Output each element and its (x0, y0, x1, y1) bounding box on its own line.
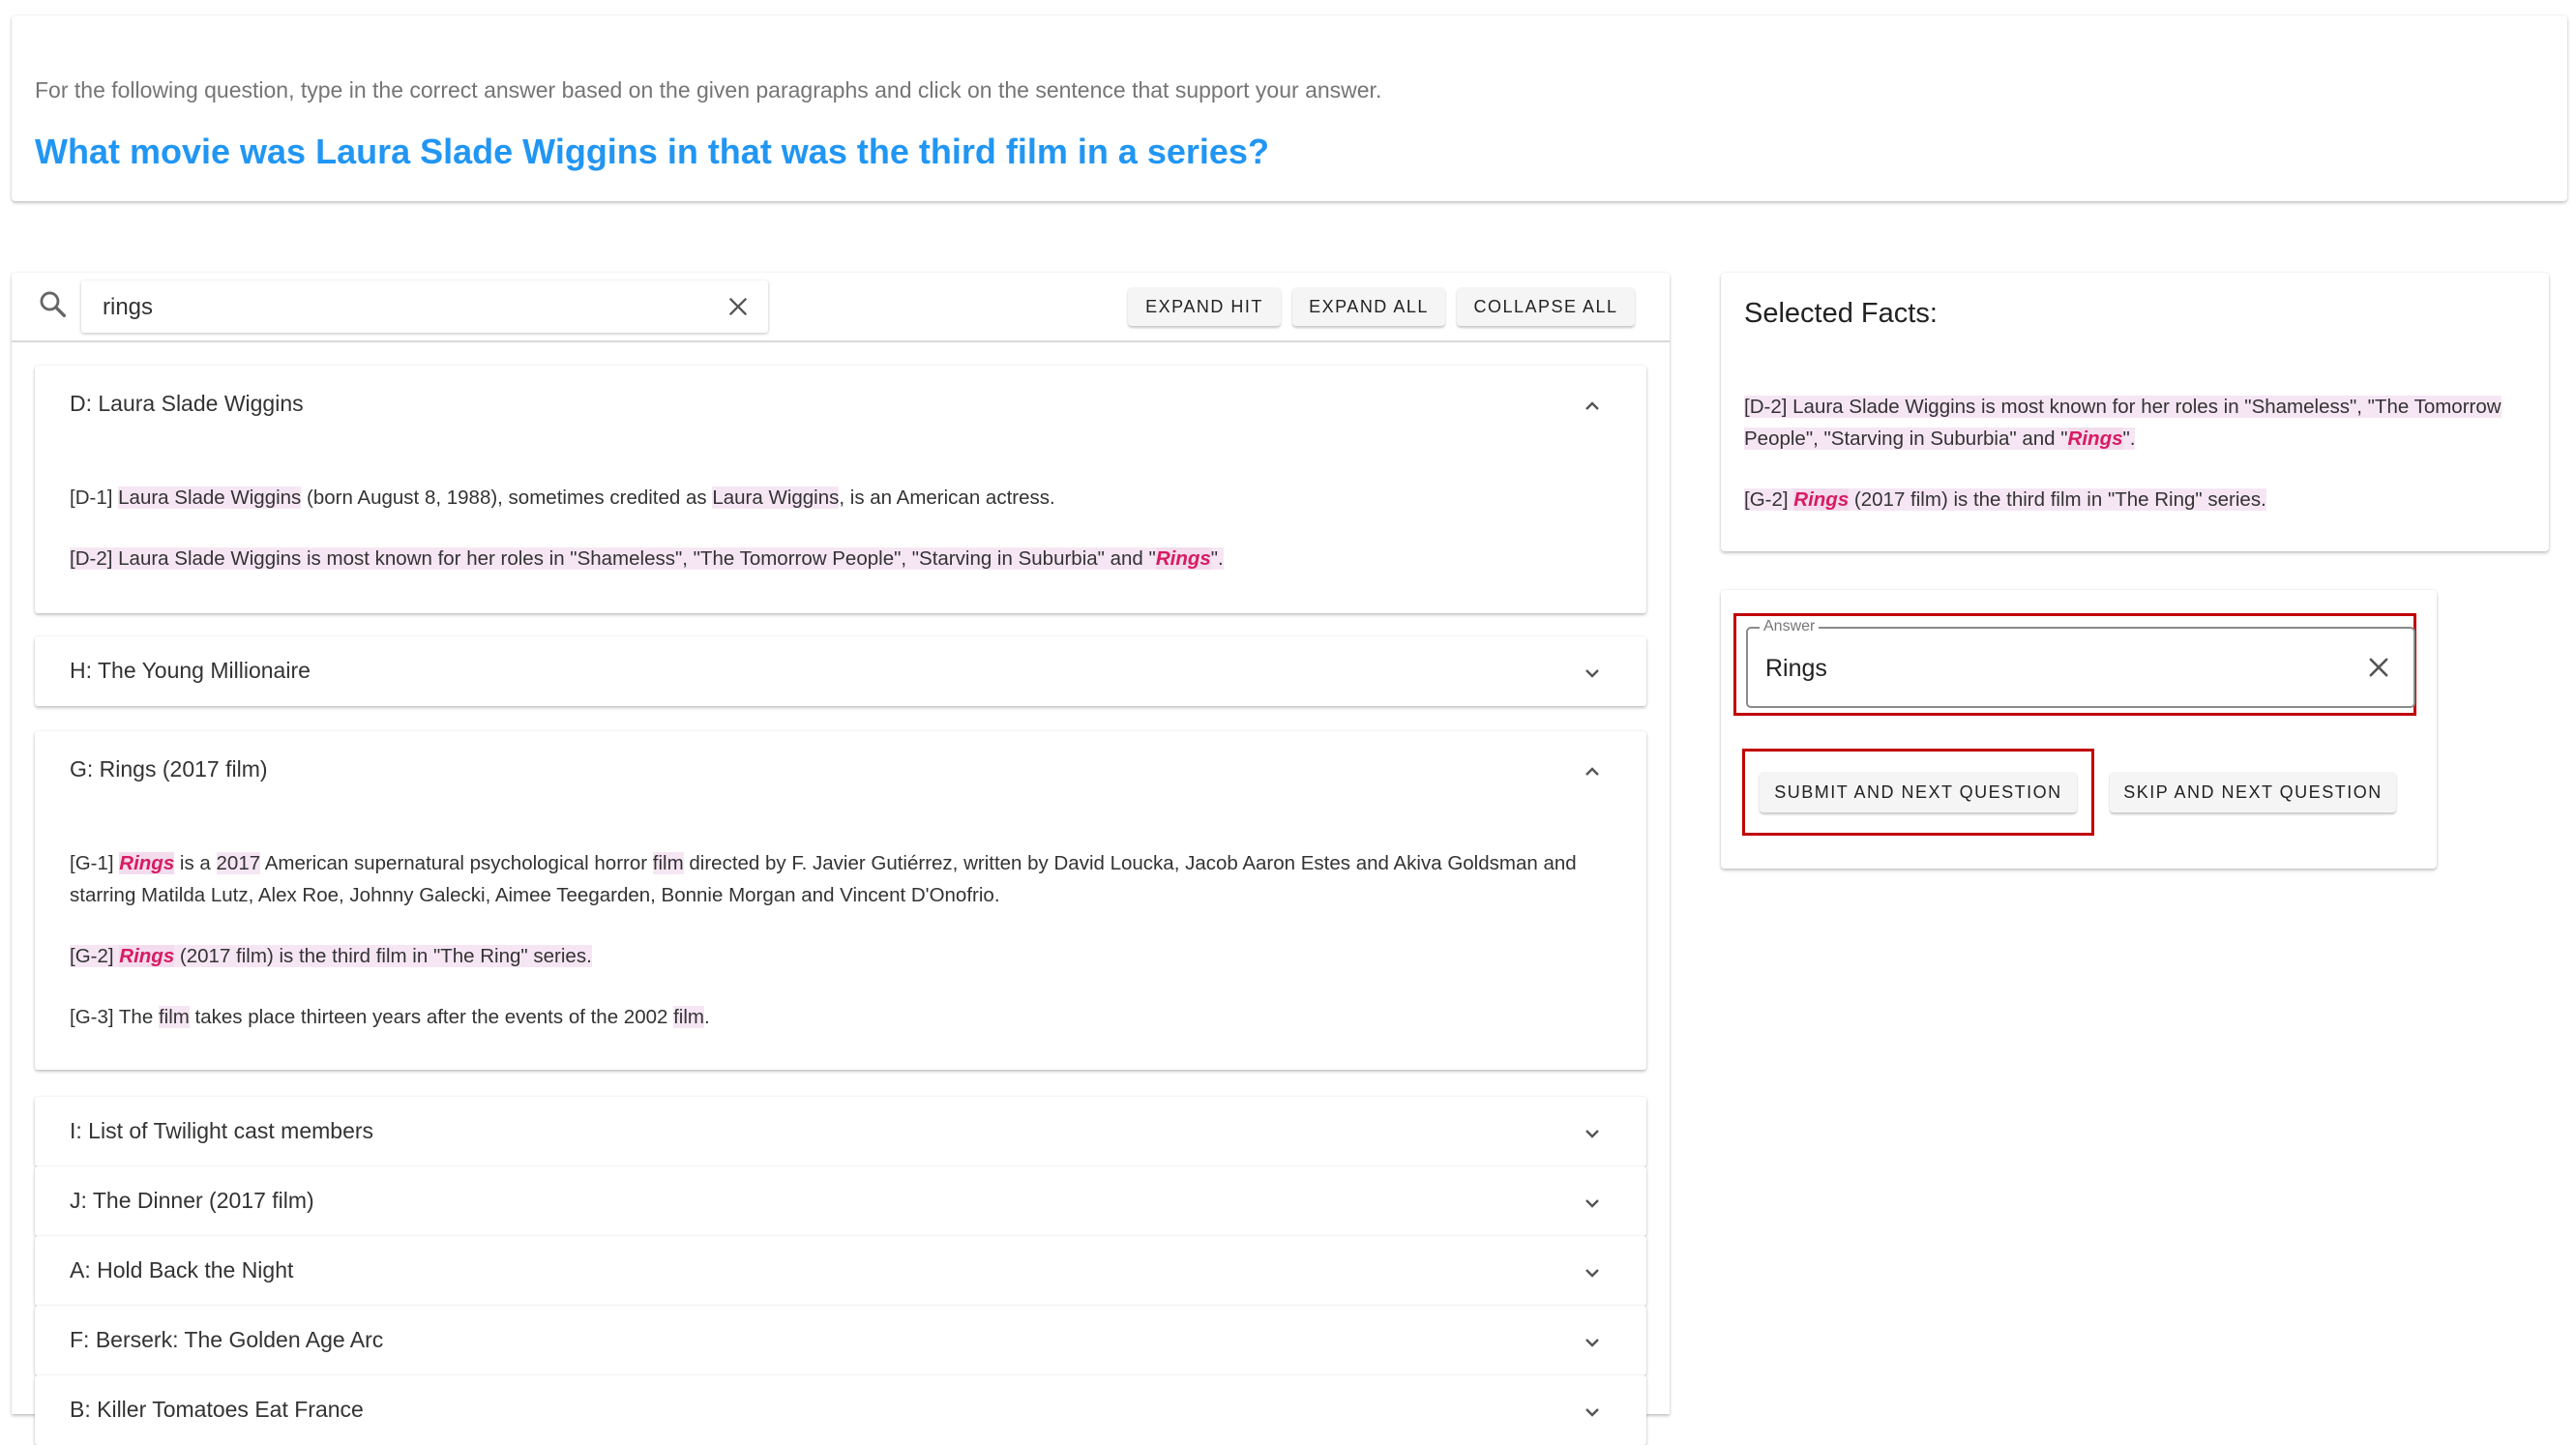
chevron-down-icon[interactable] (1581, 1261, 1604, 1289)
document-panel: J: The Dinner (2017 film) (35, 1166, 1646, 1236)
answer-card: Answer Submit and next question Skip and… (1721, 590, 2437, 869)
search-box (81, 280, 768, 333)
documents-panel: Expand Hit Expand All Collapse All D: La… (12, 273, 1670, 1445)
selected-fact[interactable]: [G-2] Rings (2017 film) is the third fil… (1744, 484, 2526, 516)
sentence-selected[interactable]: [G-2] Rings (2017 film) is the third fil… (70, 940, 1627, 972)
search-icon (37, 288, 70, 326)
expand-hit-button[interactable]: Expand Hit (1128, 287, 1281, 326)
document-panel: A: Hold Back the Night (35, 1236, 1646, 1306)
sentence-text: The film takes place thirteen years afte… (118, 1006, 710, 1028)
sentence-id: [G-2] (70, 945, 114, 967)
sentence-id: [D-2] (70, 547, 113, 570)
sentence-text: Laura Slade Wiggins (born August 8, 1988… (118, 487, 1055, 509)
skip-next-button[interactable]: Skip and next question (2110, 772, 2396, 812)
document-title[interactable]: F: Berserk: The Golden Age Arc (70, 1327, 383, 1353)
sentence[interactable]: [G-3] The film takes place thirteen year… (70, 1001, 1627, 1033)
collapse-all-button[interactable]: Collapse All (1457, 287, 1635, 326)
sentence-id: [D-1] (70, 487, 113, 509)
document-title[interactable]: D: Laura Slade Wiggins (70, 391, 304, 417)
sentence-id: [G-3] (70, 1006, 114, 1028)
question-title: What movie was Laura Slade Wiggins in th… (35, 132, 1269, 171)
document-panel: F: Berserk: The Golden Age Arc (35, 1306, 1646, 1375)
document-panel: I: List of Twilight cast members (35, 1097, 1646, 1166)
selected-facts-card: Selected Facts: [D-2] Laura Slade Wiggin… (1721, 273, 2549, 551)
document-panel: G: Rings (2017 film) [G-1] Rings is a 20… (35, 731, 1646, 1070)
search-toolbar: Expand Hit Expand All Collapse All (12, 273, 1670, 342)
chevron-down-icon[interactable] (1581, 1331, 1604, 1359)
fact-text: Rings (2017 film) is the third film in "… (1793, 488, 2266, 511)
sentence-text: Laura Slade Wiggins is most known for he… (118, 547, 1224, 570)
document-panel: B: Killer Tomatoes Eat France (35, 1375, 1646, 1445)
sentence-id: [G-1] (70, 852, 114, 874)
chevron-up-icon[interactable] (1581, 395, 1604, 423)
fact-id: [G-2] (1744, 488, 1789, 511)
selected-facts-title: Selected Facts: (1744, 298, 1938, 329)
sentence-text: Rings is a 2017 American supernatural ps… (70, 852, 1577, 906)
expand-all-button[interactable]: Expand All (1292, 287, 1445, 326)
answer-field: Answer (1746, 618, 2415, 708)
chevron-down-icon[interactable] (1581, 662, 1604, 690)
fact-text: Laura Slade Wiggins is most known for he… (1744, 396, 2502, 450)
document-title[interactable]: A: Hold Back the Night (70, 1257, 293, 1283)
submit-next-button[interactable]: Submit and next question (1760, 772, 2077, 812)
fact-id: [D-2] (1744, 396, 1788, 418)
answer-input[interactable] (1763, 650, 2328, 687)
sentence-selected[interactable]: [D-2] Laura Slade Wiggins is most known … (70, 543, 1627, 575)
document-panel: D: Laura Slade Wiggins [D-1] Laura Slade… (35, 366, 1646, 613)
close-icon[interactable] (725, 294, 751, 324)
document-title[interactable]: H: The Young Millionaire (70, 658, 311, 684)
sentence-text: Rings (2017 film) is the third film in "… (119, 945, 592, 967)
selected-fact[interactable]: [D-2] Laura Slade Wiggins is most known … (1744, 391, 2526, 455)
document-title[interactable]: B: Killer Tomatoes Eat France (70, 1397, 364, 1423)
document-panel: H: The Young Millionaire (35, 636, 1646, 706)
answer-label: Answer (1760, 618, 1820, 635)
sentence[interactable]: [G-1] Rings is a 2017 American supernatu… (70, 847, 1627, 911)
search-input[interactable] (101, 290, 685, 325)
chevron-down-icon[interactable] (1581, 1122, 1604, 1150)
chevron-up-icon[interactable] (1581, 760, 1604, 788)
sentence[interactable]: [D-1] Laura Slade Wiggins (born August 8… (70, 482, 1627, 514)
chevron-down-icon[interactable] (1581, 1401, 1604, 1429)
document-title[interactable]: J: The Dinner (2017 film) (70, 1188, 314, 1214)
document-title[interactable]: G: Rings (2017 film) (70, 756, 268, 782)
document-title[interactable]: I: List of Twilight cast members (70, 1118, 373, 1144)
chevron-down-icon[interactable] (1581, 1192, 1604, 1220)
instruction-text: For the following question, type in the … (35, 77, 1382, 103)
close-icon[interactable] (2365, 654, 2392, 686)
question-card: For the following question, type in the … (12, 15, 2567, 201)
